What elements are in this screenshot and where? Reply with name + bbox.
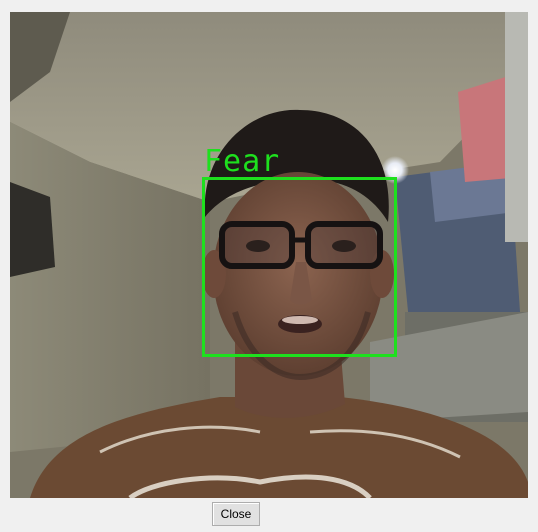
emotion-label: Fear xyxy=(204,144,281,179)
close-button[interactable]: Close xyxy=(212,502,260,526)
app-window: Fear Close xyxy=(0,0,538,532)
webcam-feed: Fear xyxy=(10,12,528,498)
face-detection-box xyxy=(202,177,397,357)
button-bar: Close xyxy=(0,498,538,532)
